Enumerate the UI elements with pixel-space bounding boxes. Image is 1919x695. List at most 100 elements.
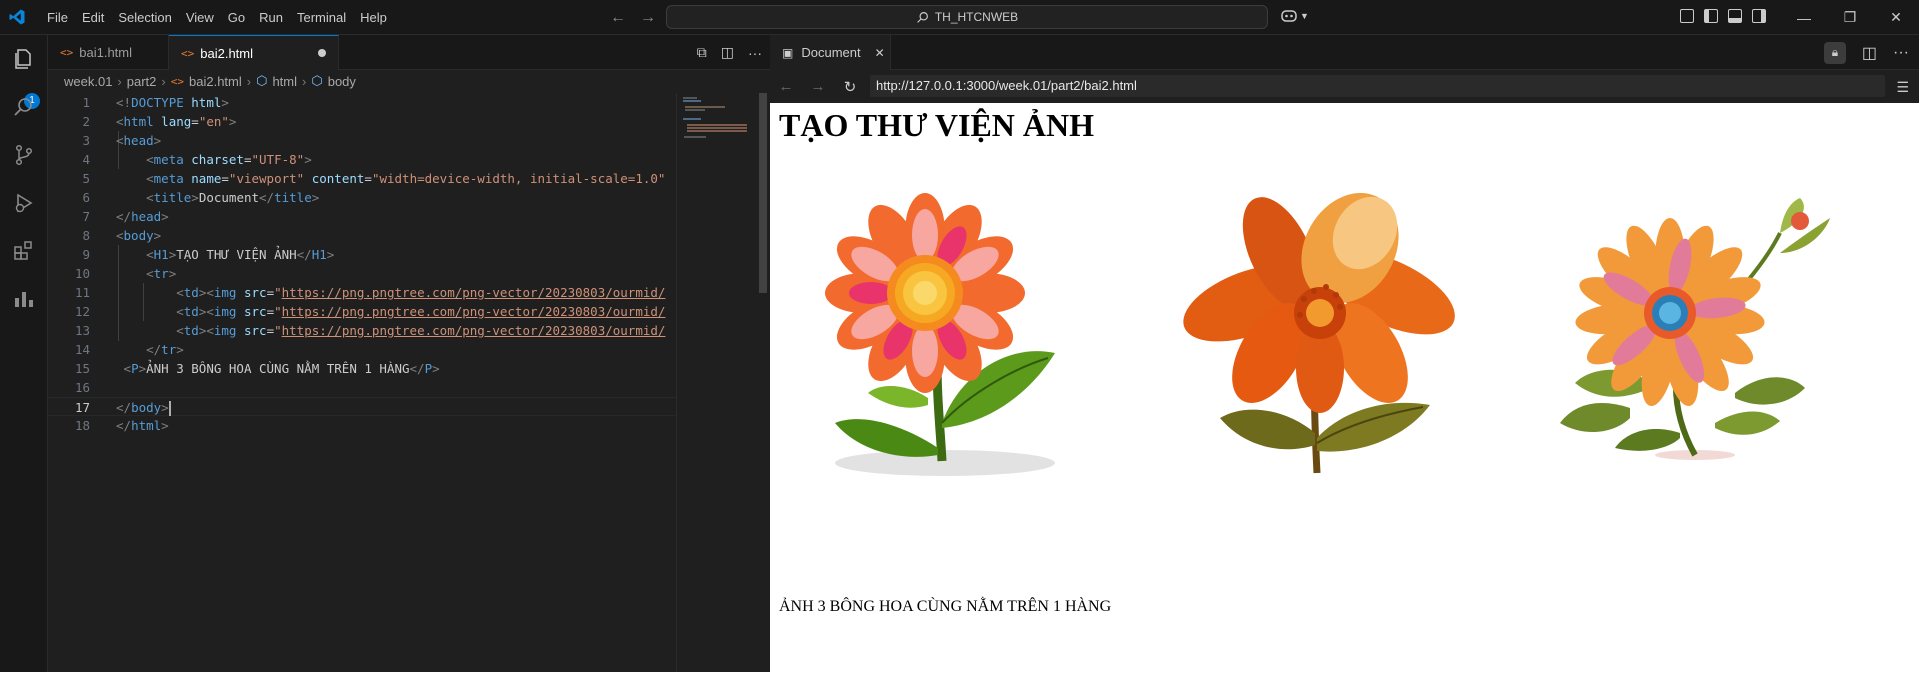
tab-document[interactable]: ▣ Document ✕ bbox=[770, 35, 891, 70]
editor-group: <> bai1.html <> bai2.html ⧉ ◫ ··· week.0… bbox=[48, 35, 770, 672]
code-line: <html lang="en"> bbox=[116, 114, 237, 129]
url-input[interactable]: http://127.0.0.1:3000/week.01/part2/bai2… bbox=[870, 75, 1885, 97]
code-line: </tr> bbox=[146, 342, 184, 357]
menu-go[interactable]: Go bbox=[221, 0, 252, 35]
menu-run[interactable]: Run bbox=[252, 0, 290, 35]
menu-selection[interactable]: Selection bbox=[111, 0, 178, 35]
line-number: 4 bbox=[82, 152, 90, 167]
line-number: 12 bbox=[74, 304, 90, 319]
tab-label: Document bbox=[801, 45, 861, 60]
minimap[interactable] bbox=[676, 93, 756, 672]
rendered-page: TẠO THƯ VIỆN ẢNH ẢNH 3 BÔNG HOA CÙNG NẰM… bbox=[770, 103, 1919, 672]
forward-arrow-icon[interactable]: → bbox=[802, 78, 834, 95]
html-file-icon: <> bbox=[170, 74, 184, 88]
editor-tabs: <> bai1.html <> bai2.html ⧉ ◫ ··· bbox=[48, 35, 770, 70]
line-number: 2 bbox=[82, 114, 90, 129]
code-line: <td><img src="https://png.pngtree.com/pn… bbox=[176, 304, 666, 319]
chevron-down-icon: ▼ bbox=[1300, 11, 1309, 21]
code-line: <meta charset="UTF-8"> bbox=[146, 152, 312, 167]
chevron-right-icon: › bbox=[161, 73, 166, 89]
menu-edit[interactable]: Edit bbox=[75, 0, 111, 35]
restore-icon[interactable]: ❐ bbox=[1827, 0, 1873, 35]
forward-arrow-icon[interactable]: → bbox=[640, 9, 656, 27]
browser-icon: ▣ bbox=[782, 45, 794, 60]
line-number: 6 bbox=[82, 190, 90, 205]
close-icon[interactable]: ✕ bbox=[1873, 0, 1919, 35]
back-arrow-icon[interactable]: ← bbox=[770, 78, 802, 95]
breadcrumb-element[interactable]: html bbox=[272, 74, 297, 89]
line-number: 14 bbox=[74, 342, 90, 357]
tab-label: bai2.html bbox=[200, 45, 253, 61]
code-editor[interactable]: 1 <!DOCTYPE html> 2 <html lang="en"> 3 <hea… bbox=[48, 93, 676, 672]
chevron-right-icon: › bbox=[246, 73, 252, 89]
menu-file[interactable]: File bbox=[40, 0, 75, 35]
close-icon[interactable]: ✕ bbox=[875, 46, 885, 60]
split-editor-icon[interactable]: ◫ bbox=[721, 44, 734, 61]
charts-icon[interactable] bbox=[12, 287, 36, 311]
tab-bai2[interactable]: <> bai2.html bbox=[169, 35, 339, 70]
search-icon[interactable] bbox=[12, 95, 36, 119]
code-line: <!DOCTYPE html> bbox=[116, 95, 229, 110]
toggle-secondary-sidebar-icon[interactable] bbox=[1752, 9, 1766, 23]
toggle-panel-icon[interactable] bbox=[1728, 9, 1742, 23]
menu-terminal[interactable]: Terminal bbox=[290, 0, 353, 35]
breadcrumb-folder[interactable]: week.01 bbox=[64, 74, 112, 89]
layout-controls bbox=[1680, 9, 1766, 23]
line-number: 18 bbox=[74, 418, 90, 433]
menu-icon[interactable]: ☰ bbox=[1896, 79, 1909, 96]
line-number: 17 bbox=[74, 400, 90, 415]
lock-icon[interactable]: 🔒︎ bbox=[1823, 41, 1846, 64]
minimize-icon[interactable]: — bbox=[1781, 0, 1827, 35]
more-actions-icon[interactable]: ··· bbox=[1893, 44, 1909, 62]
breadcrumb-element[interactable]: body bbox=[328, 74, 356, 89]
line-number: 7 bbox=[82, 209, 90, 224]
line-number: 16 bbox=[74, 380, 90, 395]
split-editor-icon[interactable]: ◫ bbox=[1862, 43, 1877, 63]
search-icon bbox=[917, 11, 928, 23]
explorer-icon[interactable] bbox=[12, 47, 36, 71]
title-bar: File Edit Selection View Go Run Terminal… bbox=[0, 0, 1919, 35]
vertical-scrollbar[interactable] bbox=[756, 93, 770, 672]
code-line: </head> bbox=[116, 209, 169, 224]
back-arrow-icon[interactable]: ← bbox=[610, 9, 626, 27]
reload-icon[interactable]: ↻ bbox=[834, 78, 866, 96]
preview-actions: 🔒︎ ◫ ··· bbox=[1823, 35, 1909, 70]
open-preview-icon[interactable]: ⧉ bbox=[697, 44, 707, 61]
menu-view[interactable]: View bbox=[179, 0, 221, 35]
status-area bbox=[0, 672, 1919, 695]
source-control-icon[interactable] bbox=[12, 143, 36, 167]
customize-layout-icon[interactable] bbox=[1680, 9, 1694, 23]
menu-bar: File Edit Selection View Go Run Terminal… bbox=[40, 0, 394, 35]
flower-image-1 bbox=[825, 193, 1055, 476]
editor-actions: ⧉ ◫ ··· bbox=[697, 35, 762, 70]
extensions-icon[interactable] bbox=[12, 239, 36, 263]
line-number: 8 bbox=[82, 228, 90, 243]
history-nav: ← → bbox=[610, 0, 656, 35]
line-number: 13 bbox=[74, 323, 90, 338]
tab-label: bai1.html bbox=[79, 45, 132, 60]
scrollbar-thumb[interactable] bbox=[759, 93, 767, 293]
page-caption: ẢNH 3 BÔNG HOA CÙNG NẰM TRÊN 1 HÀNG bbox=[779, 598, 1112, 615]
command-center-search[interactable]: TH_HTCNWEB bbox=[666, 5, 1268, 29]
html-file-icon: <> bbox=[181, 46, 195, 60]
toggle-primary-sidebar-icon[interactable] bbox=[1704, 9, 1718, 23]
breadcrumb-file[interactable]: bai2.html bbox=[189, 74, 242, 89]
unsaved-dot-icon[interactable] bbox=[318, 49, 326, 57]
element-icon: ⬡ bbox=[256, 73, 268, 88]
breadcrumb-folder[interactable]: part2 bbox=[127, 74, 157, 89]
run-debug-icon[interactable] bbox=[12, 191, 36, 215]
tab-bai1[interactable]: <> bai1.html bbox=[48, 35, 169, 70]
workspace-name: TH_HTCNWEB bbox=[934, 10, 1019, 24]
code-line: </html> bbox=[116, 418, 169, 433]
flower-image-2 bbox=[1183, 193, 1455, 474]
line-number: 15 bbox=[74, 361, 90, 376]
copilot-button[interactable]: ▼ bbox=[1280, 8, 1309, 24]
code-line: <tr> bbox=[146, 266, 177, 281]
flower-image-3 bbox=[1560, 198, 1830, 460]
menu-help[interactable]: Help bbox=[353, 0, 394, 35]
element-icon: ⬡ bbox=[311, 73, 323, 88]
copilot-icon bbox=[1281, 10, 1297, 22]
line-number: 1 bbox=[82, 95, 90, 110]
vscode-logo-icon bbox=[9, 9, 25, 25]
more-actions-icon[interactable]: ··· bbox=[748, 45, 762, 61]
